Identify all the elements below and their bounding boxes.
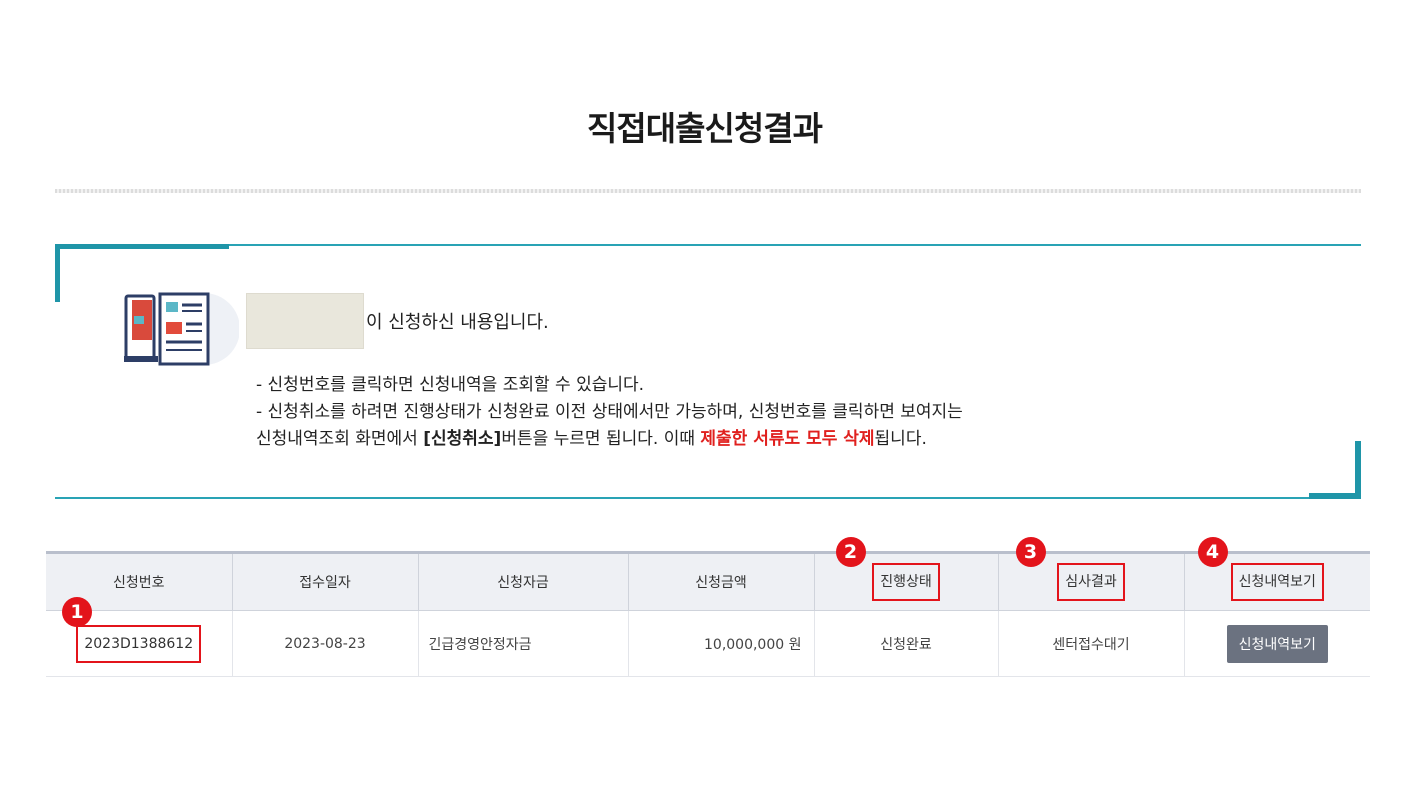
application-number[interactable]: 2023D1388612 xyxy=(84,636,193,652)
header-fund: 신청자금 xyxy=(418,551,629,611)
table-header-row: 신청번호 접수일자 신청자금 신청금액 2 진행상태 3 심사결과 4 신청내역… xyxy=(46,537,1370,611)
notice-warning: 제출한 서류도 모두 삭제 xyxy=(700,429,875,449)
header-amount: 신청금액 xyxy=(628,551,815,611)
notice-line: - 신청번호를 클릭하면 신청내역을 조회할 수 있습니다. xyxy=(256,375,645,395)
header-label: 심사결과 xyxy=(1065,574,1117,590)
info-box-corner-accent xyxy=(55,244,229,249)
cell-date: 2023-08-23 xyxy=(232,610,419,677)
page-title: 직접대출신청결과 xyxy=(587,109,823,148)
cell-app-no: 1 2023D1388612 xyxy=(46,597,233,677)
table-row: 1 2023D1388612 2023-08-23 긴급경영안정자금 10,00… xyxy=(46,597,1370,677)
header-view: 4 신청내역보기 xyxy=(1184,537,1370,611)
callout-badge-3: 3 xyxy=(1015,537,1046,567)
info-box-top-line xyxy=(55,244,1361,246)
intro-text: 이 신청하신 내용입니다. xyxy=(366,312,549,333)
cell-fund: 긴급경영안정자금 xyxy=(418,610,629,677)
info-box-corner-accent xyxy=(55,244,60,302)
header-label: 신청금액 xyxy=(695,575,747,591)
header-label: 신청자금 xyxy=(497,575,549,591)
document-icon xyxy=(124,292,239,366)
notice-fragment: 신청내역조회 화면에서 xyxy=(256,429,424,449)
info-box-corner-accent xyxy=(1309,493,1361,499)
info-box-bottom-line xyxy=(55,497,1361,499)
notice-fragment: 버튼을 누르면 됩니다. 이때 xyxy=(501,429,701,449)
callout-badge-1: 1 xyxy=(62,597,92,627)
callout-badge-2: 2 xyxy=(835,537,866,567)
info-box-corner-accent xyxy=(1355,441,1361,499)
header-label: 신청내역보기 xyxy=(1238,574,1316,590)
application-number-link[interactable]: 2023D1388612 xyxy=(76,624,202,663)
highlight-box: 진행상태 xyxy=(872,563,940,601)
header-label: 진행상태 xyxy=(880,574,932,590)
cell-status: 신청완료 xyxy=(814,610,999,677)
cell-review: 센터접수대기 xyxy=(998,610,1185,677)
application-result-table: 신청번호 접수일자 신청자금 신청금액 2 진행상태 3 심사결과 4 신청내역… xyxy=(46,537,1370,677)
notice-emphasis: [신청취소] xyxy=(423,429,502,449)
notice-line: - 신청취소를 하려면 진행상태가 신청완료 이전 상태에서만 가능하며, 신청… xyxy=(256,402,963,422)
title-divider xyxy=(55,189,1361,193)
notice-line: 신청내역조회 화면에서 [신청취소]버튼을 누르면 됩니다. 이때 제출한 서류… xyxy=(256,426,963,453)
header-label: 접수일자 xyxy=(299,575,351,591)
header-label: 신청번호 xyxy=(112,575,165,591)
highlight-box: 심사결과 xyxy=(1057,563,1125,601)
highlight-box: 신청내역보기 xyxy=(1230,563,1324,601)
cell-view: 신청내역보기 xyxy=(1184,610,1370,677)
cell-amount: 10,000,000 원 xyxy=(628,610,815,677)
notice-fragment: 됩니다. xyxy=(874,429,927,449)
notice-text: - 신청번호를 클릭하면 신청내역을 조회할 수 있습니다. - 신청취소를 하… xyxy=(256,372,963,453)
header-date: 접수일자 xyxy=(232,551,419,611)
view-application-button[interactable]: 신청내역보기 xyxy=(1226,624,1328,663)
header-review: 3 심사결과 xyxy=(998,537,1185,611)
callout-badge-4: 4 xyxy=(1197,537,1228,567)
header-status: 2 진행상태 xyxy=(814,537,999,611)
redacted-applicant-name xyxy=(246,293,364,349)
